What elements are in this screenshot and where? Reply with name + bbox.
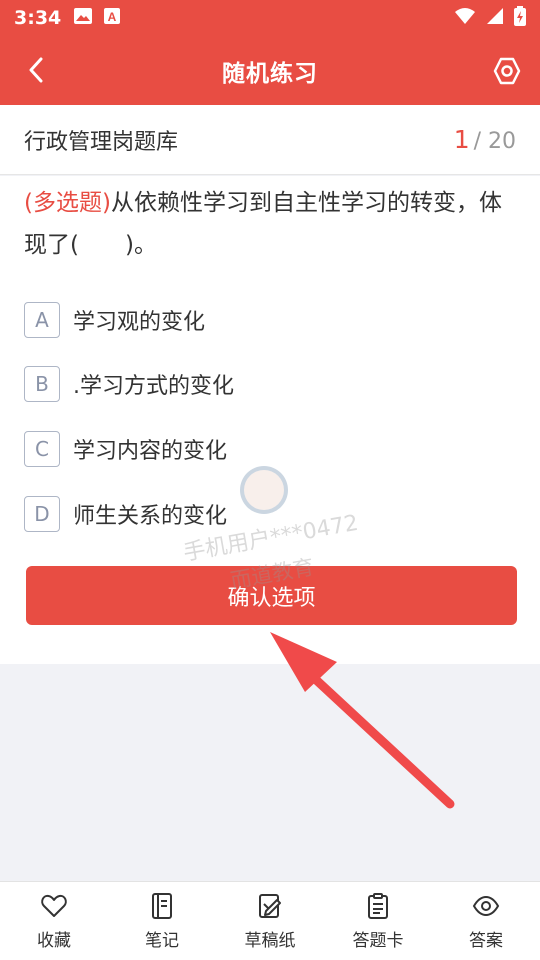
bottom-nav: 收藏 笔记 草稿纸 答题卡 答案: [0, 881, 540, 960]
question-counter: 1/ 20: [454, 125, 516, 154]
nav-answer-sheet[interactable]: 答题卡: [324, 882, 432, 960]
option-text: 学习观的变化: [73, 310, 206, 335]
question-bank-header: 行政管理岗题库 1/ 20: [0, 105, 540, 175]
option-letter: D: [24, 496, 60, 532]
nav-favorite[interactable]: 收藏: [0, 882, 108, 960]
wifi-icon: [454, 7, 476, 30]
status-bar: 3:34 A: [0, 0, 540, 36]
option-a[interactable]: A 学习观的变化: [24, 300, 504, 340]
option-text: 学习内容的变化: [73, 439, 228, 464]
nav-label: 笔记: [145, 930, 179, 951]
option-b[interactable]: B .学习方式的变化: [24, 364, 504, 404]
app-bar: 随机练习: [0, 36, 540, 105]
heart-icon: [41, 894, 67, 917]
nav-label: 收藏: [37, 930, 71, 951]
svg-text:A: A: [108, 10, 117, 24]
nav-label: 答案: [469, 930, 503, 951]
current-question-number: 1: [453, 125, 470, 154]
status-time: 3:34: [14, 7, 62, 29]
nav-label: 答题卡: [352, 930, 404, 951]
annotation-arrow-icon: [270, 632, 455, 809]
eye-icon: [472, 895, 500, 916]
notebook-icon: [152, 892, 172, 919]
clipboard-icon: [368, 892, 388, 919]
nav-answer[interactable]: 答案: [432, 882, 540, 960]
question-bank-name: 行政管理岗题库: [24, 129, 179, 155]
question-card: (多选题)从依赖性学习到自主性学习的转变，体现了( )。 A 学习观的变化 B …: [0, 176, 540, 664]
nav-draft[interactable]: 草稿纸: [216, 882, 324, 960]
draft-icon: [259, 893, 281, 918]
option-text: 师生关系的变化: [73, 504, 228, 529]
nav-notes[interactable]: 笔记: [108, 882, 216, 960]
signal-icon: [486, 7, 504, 30]
option-letter: C: [24, 431, 60, 467]
battery-icon: [514, 5, 526, 31]
confirm-button[interactable]: 确认选项: [26, 566, 517, 625]
total-questions: / 20: [473, 129, 516, 154]
question-type: (多选题): [24, 190, 111, 216]
image-icon: [73, 7, 93, 30]
question-text: (多选题)从依赖性学习到自主性学习的转变，体现了( )。: [24, 182, 524, 266]
option-d[interactable]: D 师生关系的变化: [24, 494, 504, 534]
settings-icon[interactable]: [490, 54, 524, 88]
font-icon: A: [103, 7, 121, 30]
option-letter: A: [24, 302, 60, 338]
chevron-left-icon[interactable]: [20, 54, 52, 86]
option-text: .学习方式的变化: [73, 374, 234, 399]
option-letter: B: [24, 366, 60, 402]
option-c[interactable]: C 学习内容的变化: [24, 429, 504, 469]
page-title: 随机练习: [222, 60, 318, 87]
nav-label: 草稿纸: [244, 930, 296, 951]
